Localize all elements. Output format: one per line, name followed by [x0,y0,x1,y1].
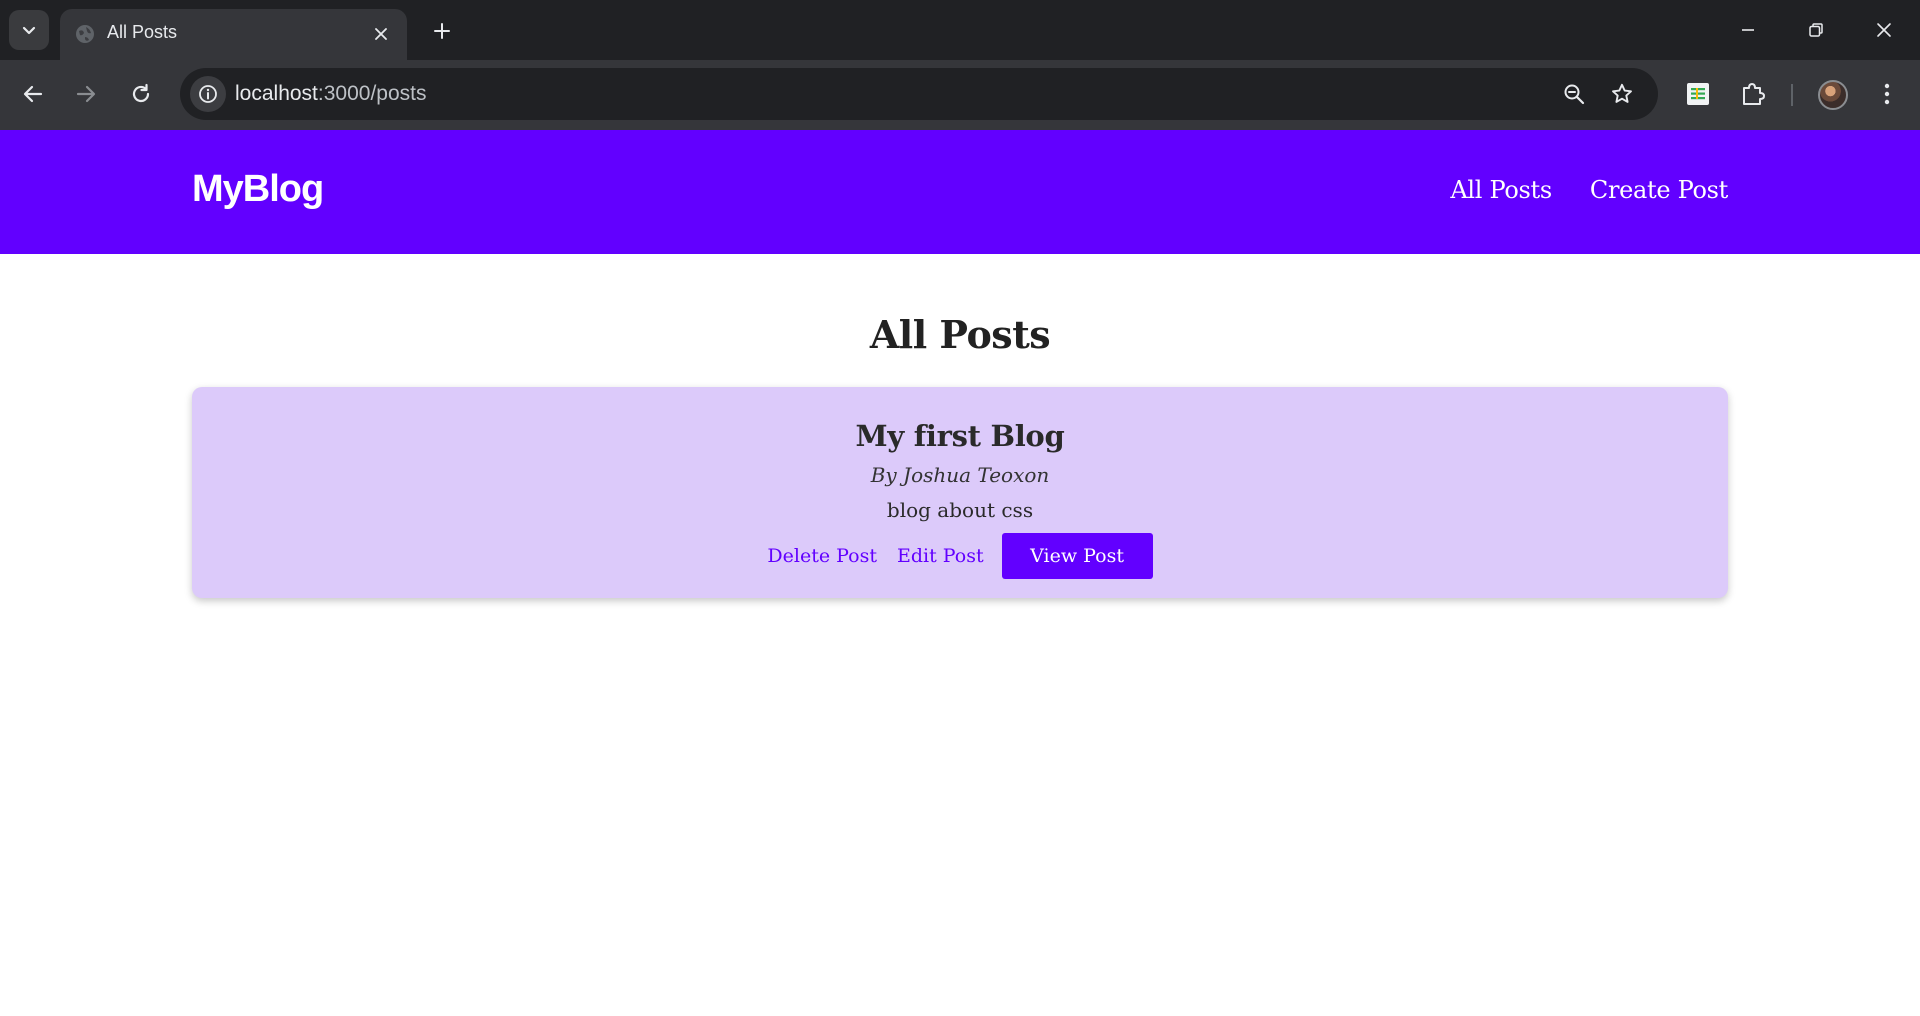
nav-link-create-post[interactable]: Create Post [1590,176,1728,204]
post-description: blog about css [886,498,1034,522]
view-post-button[interactable]: View Post [1001,533,1153,579]
forward-button[interactable] [66,74,106,114]
reload-button[interactable] [121,74,161,114]
browser-toolbar: localhost:3000/posts [0,60,1920,190]
plus-icon [434,23,450,39]
chevron-down-icon [22,26,36,35]
sheets-icon [1687,83,1709,105]
info-icon [199,85,217,103]
minimize-button[interactable] [1728,10,1768,50]
site-logo[interactable]: MyBlog [192,168,324,211]
url-text[interactable]: localhost:3000/posts [235,82,426,106]
puzzle-icon [1743,83,1765,105]
url-host: localhost [235,82,318,105]
more-vertical-icon [1884,83,1890,105]
globe-icon [76,25,94,43]
restore-button[interactable] [1796,10,1836,50]
post-author: By Joshua Teoxon [870,463,1050,487]
star-icon [1612,83,1632,103]
page-title: All Posts [869,312,1051,357]
arrow-left-icon [23,85,43,103]
reload-icon [132,83,150,103]
tab-close-button[interactable] [369,22,393,46]
delete-post-button[interactable]: Delete Post [767,545,877,567]
edit-post-button[interactable]: Edit Post [897,545,984,567]
bookmark-button[interactable] [1608,80,1636,108]
arrow-right-icon [76,85,96,103]
zoom-out-icon [1564,84,1585,105]
post-card: My first Blog By Joshua Teoxon blog abou… [192,387,1728,598]
site-info-button[interactable] [190,76,226,112]
url-path: :3000/posts [317,82,427,105]
nav-link-all-posts[interactable]: All Posts [1450,176,1552,204]
avatar[interactable] [1818,80,1848,110]
back-button[interactable] [13,74,53,114]
close-icon [375,28,387,40]
site-header: MyBlog All Posts Create Post [0,130,1920,254]
extensions-button[interactable] [1734,75,1772,113]
browser-tabstrip: All Posts [0,0,1920,60]
browser-menu-button[interactable] [1868,75,1906,113]
sheets-extension-button[interactable] [1679,75,1717,113]
new-tab-button[interactable] [424,13,460,49]
toolbar-separator [1791,84,1793,106]
close-window-button[interactable] [1864,10,1904,50]
minimize-icon [1742,29,1754,31]
tab-search-button[interactable] [9,10,49,50]
close-icon [1877,23,1891,37]
tab-title: All Posts [107,22,178,42]
address-bar[interactable]: localhost:3000/posts [180,68,1658,120]
post-actions: Delete Post Edit Post View Post [192,533,1728,579]
browser-tab-active[interactable]: All Posts [60,9,407,60]
main-nav: All Posts Create Post [1450,176,1728,204]
restore-icon [1809,23,1823,37]
post-title: My first Blog [855,419,1065,453]
zoom-button[interactable] [1560,80,1588,108]
